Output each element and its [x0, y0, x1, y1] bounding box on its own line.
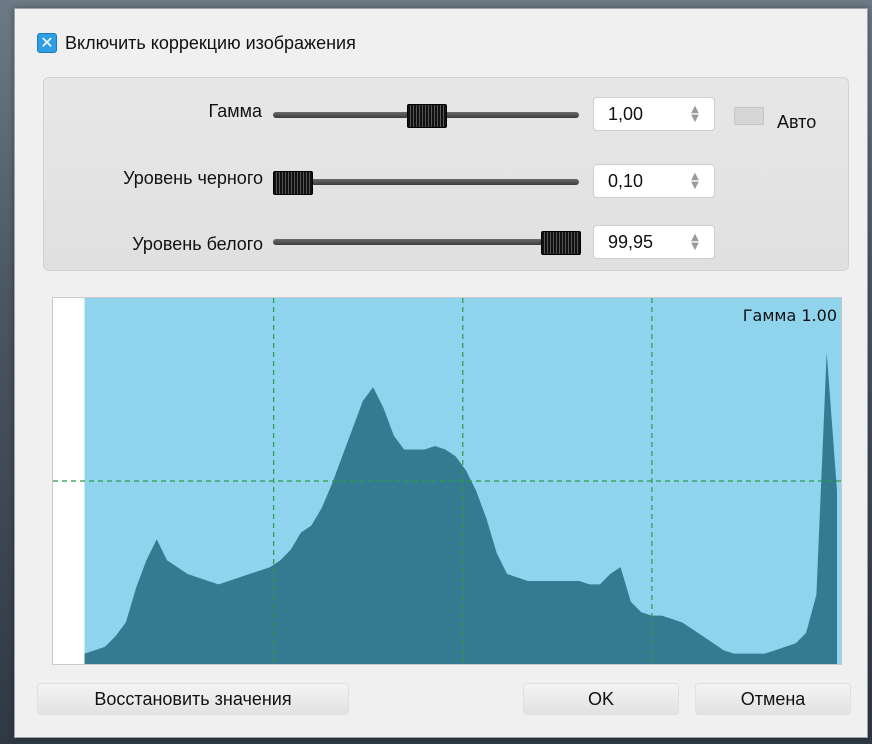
check-icon: ✕ — [40, 33, 54, 52]
black-level-spinbox[interactable]: 0,10 ▲ ▼ — [593, 164, 715, 198]
gamma-spinbox[interactable]: 1,00 ▲ ▼ — [593, 97, 715, 131]
black-level-slider-track[interactable] — [273, 179, 579, 185]
gamma-slider-handle[interactable] — [407, 104, 447, 128]
auto-label: Авто — [777, 112, 817, 132]
cancel-button[interactable]: Отмена — [695, 683, 851, 715]
levels-panel: Гамма 1,00 ▲ ▼ Авто Уровень черного 0,10 … — [43, 77, 849, 271]
white-level-spin-arrows-icon[interactable]: ▲ ▼ — [684, 233, 706, 252]
gamma-label: Гамма — [208, 101, 262, 121]
image-correction-dialog: ✕ Включить коррекцию изображения Гамма 1… — [14, 8, 868, 738]
gamma-value: 1,00 — [608, 103, 644, 124]
enable-correction-label: Включить коррекцию изображения — [65, 32, 356, 53]
restore-defaults-button[interactable]: Восстановить значения — [37, 683, 349, 715]
gamma-spin-arrows-icon[interactable]: ▲ ▼ — [684, 105, 706, 124]
white-level-label: Уровень белого — [132, 234, 263, 254]
auto-checkbox[interactable] — [734, 107, 764, 125]
histogram-plot — [53, 298, 841, 664]
black-level-value: 0,10 — [608, 170, 644, 191]
white-level-spinbox[interactable]: 99,95 ▲ ▼ — [593, 225, 715, 259]
white-level-value: 99,95 — [608, 231, 654, 252]
ok-button[interactable]: OK — [523, 683, 679, 715]
histogram-gamma-label: Гамма 1.00 — [742, 306, 837, 325]
black-level-label: Уровень черного — [123, 168, 263, 188]
white-level-slider-handle[interactable] — [541, 231, 581, 255]
black-level-slider-handle[interactable] — [273, 171, 313, 195]
enable-correction-row[interactable]: ✕ Включить коррекцию изображения — [37, 31, 356, 55]
black-level-spin-arrows-icon[interactable]: ▲ ▼ — [684, 172, 706, 191]
white-level-slider-track[interactable] — [273, 239, 579, 245]
histogram: Гамма 1.00 — [52, 297, 842, 665]
enable-correction-checkbox[interactable]: ✕ — [37, 33, 57, 53]
